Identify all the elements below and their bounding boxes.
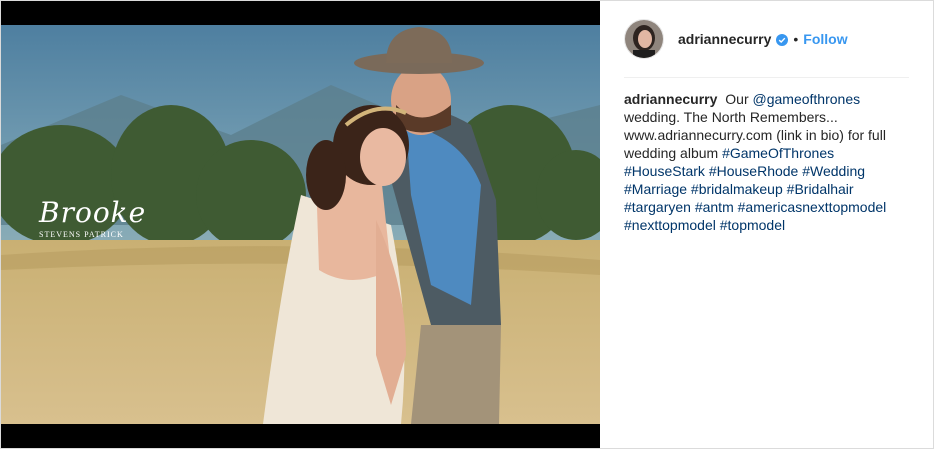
- hashtag-link[interactable]: #antm: [695, 199, 734, 215]
- follow-button[interactable]: Follow: [803, 31, 847, 47]
- caption-mention-link[interactable]: @gameofthrones: [753, 91, 861, 107]
- hashtag-link[interactable]: #HouseStark: [624, 163, 705, 179]
- photographer-watermark: Brooke STEVENS PATRICK: [39, 196, 147, 240]
- hashtag-link[interactable]: #Wedding: [802, 163, 865, 179]
- header-divider: [624, 77, 909, 78]
- verified-badge-icon: [776, 33, 789, 46]
- post-caption: adriannecurry Our @gameofthrones wedding…: [624, 90, 914, 234]
- hashtag-link[interactable]: #Marriage: [624, 181, 687, 197]
- avatar[interactable]: [624, 19, 664, 59]
- watermark-small: STEVENS PATRICK: [39, 230, 124, 239]
- post-media[interactable]: Brooke STEVENS PATRICK: [1, 1, 600, 448]
- caption-text-1: Our: [725, 91, 749, 107]
- hashtag-link[interactable]: #HouseRhode: [709, 163, 799, 179]
- hashtag-link[interactable]: #americasnexttopmodel: [738, 199, 887, 215]
- hashtag-link[interactable]: #GameOfThrones: [722, 145, 834, 161]
- separator-dot: •: [793, 31, 799, 47]
- avatar-image: [625, 20, 663, 58]
- hashtag-link[interactable]: #topmodel: [720, 217, 785, 233]
- post-side-panel: adriannecurry • Follow adriannecurry Our…: [600, 1, 933, 448]
- caption-username-link[interactable]: adriannecurry: [624, 91, 717, 107]
- instagram-post: Brooke STEVENS PATRICK adriannecurry • F…: [0, 0, 934, 449]
- hashtag-link[interactable]: #nexttopmodel: [624, 217, 716, 233]
- post-header: adriannecurry • Follow: [624, 19, 909, 59]
- username-link[interactable]: adriannecurry: [678, 31, 771, 47]
- hashtag-link[interactable]: #Bridalhair: [787, 181, 854, 197]
- hashtag-link[interactable]: #bridalmakeup: [691, 181, 783, 197]
- watermark-script: Brooke: [39, 196, 147, 229]
- hashtag-link[interactable]: #targaryen: [624, 199, 691, 215]
